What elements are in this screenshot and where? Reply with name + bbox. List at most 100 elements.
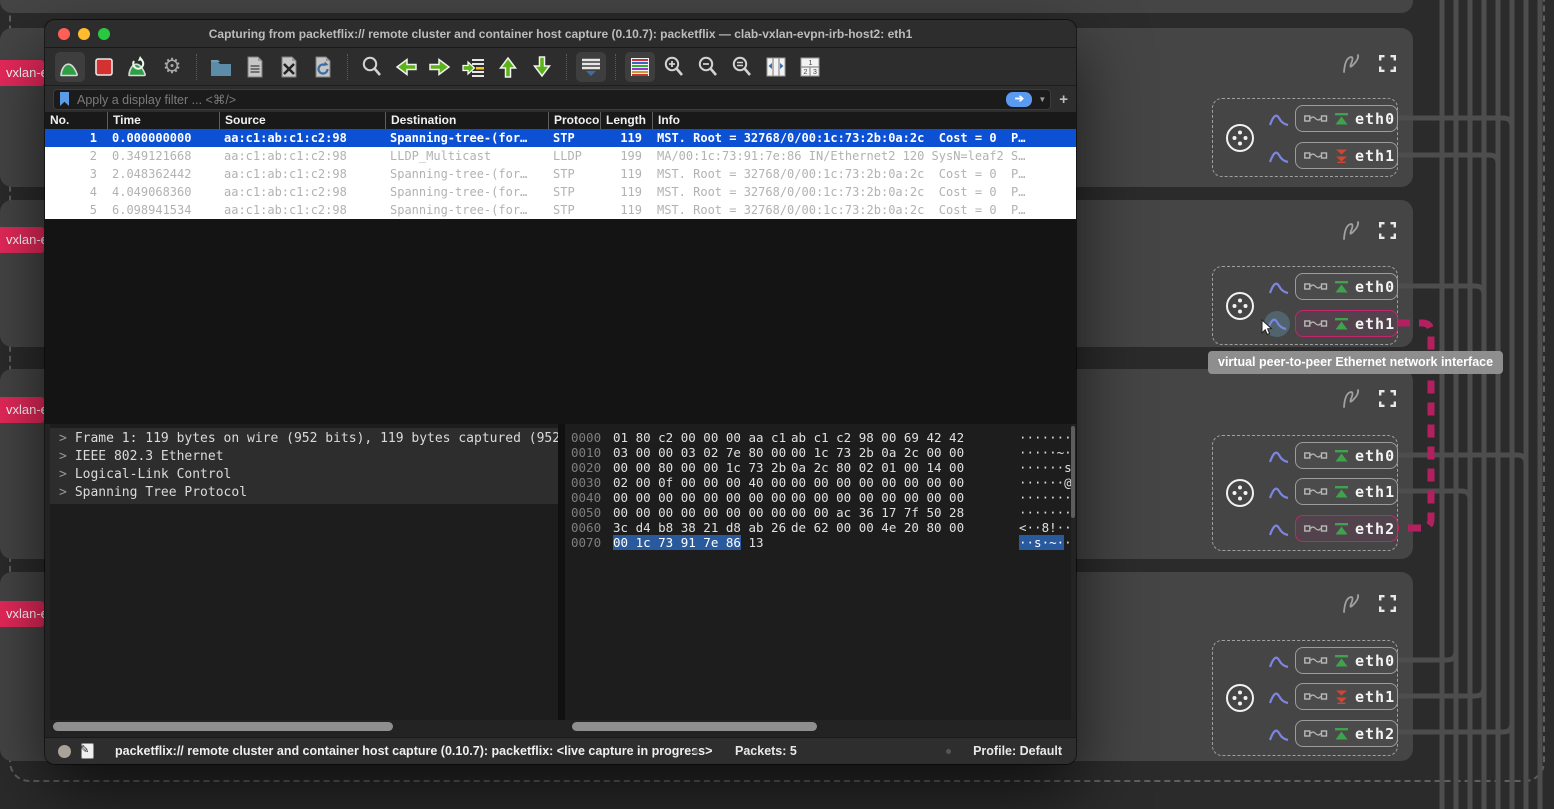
expand-icon[interactable] — [1379, 222, 1396, 239]
traffic-wave-icon[interactable] — [1268, 520, 1290, 538]
traffic-wave-icon[interactable] — [1268, 278, 1290, 296]
zoom-reset-button[interactable] — [727, 52, 757, 82]
layout-button[interactable]: 123 — [795, 52, 825, 82]
vertical-scrollbar[interactable] — [1071, 426, 1075, 518]
hex-row[interactable]: 003002 00 0f 00 00 00 40 0000 00 00 00 0… — [565, 475, 1071, 490]
close-file-button[interactable] — [274, 52, 304, 82]
traffic-wave-icon[interactable] — [1268, 447, 1290, 465]
packet-list: 1 0.000000000 aa:c1:ab:c1:c2:98 Spanning… — [45, 129, 1076, 219]
capture-scribble-icon[interactable] — [1341, 52, 1367, 76]
interface-button-eth1[interactable]: eth1 — [1295, 683, 1398, 710]
stop-capture-button[interactable] — [89, 52, 119, 82]
column-length[interactable]: Length — [600, 112, 652, 129]
add-filter-button[interactable]: + — [1059, 91, 1068, 108]
interface-button-eth1[interactable]: eth1 — [1295, 478, 1398, 505]
column-no[interactable]: No. — [45, 112, 107, 129]
toolbar-separator — [566, 54, 567, 80]
colorize-button[interactable] — [625, 52, 655, 82]
packet-row[interactable]: 2 0.349121668 aa:c1:ab:c1:c2:98 LLDP_Mul… — [45, 147, 1076, 165]
column-destination[interactable]: Destination — [385, 112, 548, 129]
detail-row[interactable]: >IEEE 802.3 Ethernet — [50, 448, 558, 466]
profile-selector[interactable]: Profile: Default — [973, 738, 1062, 764]
packet-row[interactable]: 4 4.049068360 aa:c1:ab:c1:c2:98 Spanning… — [45, 183, 1076, 201]
node-badge[interactable]: vxlan-e — [0, 60, 44, 86]
expert-info-icon[interactable] — [58, 745, 71, 758]
expand-icon[interactable] — [1379, 55, 1396, 72]
hex-row[interactable]: 004000 00 00 00 00 00 00 0000 00 00 00 0… — [565, 490, 1071, 505]
interface-button-eth0[interactable]: eth0 — [1295, 105, 1398, 132]
capture-options-button[interactable]: ⚙ — [157, 52, 187, 82]
column-protocol[interactable]: Protocol — [548, 112, 600, 129]
zoom-out-button[interactable] — [693, 52, 723, 82]
capture-scribble-icon[interactable] — [1341, 219, 1367, 243]
traffic-wave-icon[interactable] — [1268, 725, 1290, 743]
traffic-wave-icon[interactable] — [1268, 652, 1290, 670]
column-info[interactable]: Info — [652, 112, 1076, 129]
next-packet-button[interactable] — [425, 52, 455, 82]
minimize-button[interactable] — [78, 28, 90, 40]
detail-row[interactable]: >Logical-Link Control — [50, 466, 558, 484]
expander-icon[interactable]: > — [50, 485, 75, 500]
traffic-wave-icon[interactable] — [1268, 147, 1290, 165]
interface-button-eth0[interactable]: eth0 — [1295, 273, 1398, 300]
interface-button-eth2-highlighted[interactable]: eth2 — [1295, 515, 1398, 542]
column-time[interactable]: Time — [107, 112, 219, 129]
interface-button-eth1-highlighted[interactable]: eth1 — [1295, 310, 1398, 337]
traffic-wave-icon[interactable] — [1268, 110, 1290, 128]
goto-packet-button[interactable] — [459, 52, 489, 82]
auto-scroll-button[interactable] — [576, 52, 606, 82]
capture-scribble-icon[interactable] — [1341, 387, 1367, 411]
interface-button-eth2[interactable]: eth2 — [1295, 720, 1398, 747]
expander-icon[interactable]: > — [50, 449, 75, 464]
interface-button-eth1[interactable]: eth1 — [1295, 142, 1398, 169]
wireshark-window: Capturing from packetflix:// remote clus… — [45, 20, 1076, 764]
detail-row[interactable]: >Spanning Tree Protocol — [50, 484, 558, 502]
traffic-wave-icon[interactable] — [1268, 483, 1290, 501]
filter-dropdown-caret[interactable]: ▼ — [1038, 95, 1046, 104]
zoom-button[interactable] — [98, 28, 110, 40]
toolbar-separator — [347, 54, 348, 80]
detail-row[interactable]: >Frame 1: 119 bytes on wire (952 bits), … — [50, 430, 558, 448]
column-source[interactable]: Source — [219, 112, 385, 129]
resize-columns-button[interactable] — [761, 52, 791, 82]
apply-filter-button[interactable]: ➔ — [1006, 92, 1032, 107]
open-file-button[interactable] — [206, 52, 236, 82]
hex-row[interactable]: 000001 80 c2 00 00 00 aa c1ab c1 c2 98 0… — [565, 430, 1071, 445]
expand-icon[interactable] — [1379, 595, 1396, 612]
find-packet-button[interactable] — [357, 52, 387, 82]
save-file-button[interactable] — [240, 52, 270, 82]
interface-button-eth0[interactable]: eth0 — [1295, 442, 1398, 469]
first-packet-button[interactable] — [493, 52, 523, 82]
close-button[interactable] — [58, 28, 70, 40]
previous-packet-button[interactable] — [391, 52, 421, 82]
packet-row[interactable]: 5 6.098941534 aa:c1:ab:c1:c2:98 Spanning… — [45, 201, 1076, 219]
hex-horizontal-scrollbar[interactable] — [572, 722, 817, 731]
node-badge[interactable]: vxlan-e — [0, 227, 44, 253]
hex-row[interactable]: 005000 00 00 00 00 00 00 0000 00 ac 36 1… — [565, 505, 1071, 520]
node-badge[interactable]: vxlan-e — [0, 397, 44, 423]
zoom-in-button[interactable] — [659, 52, 689, 82]
hex-row[interactable]: 002000 00 80 00 00 1c 73 2b0a 2c 80 02 0… — [565, 460, 1071, 475]
interface-button-eth0[interactable]: eth0 — [1295, 647, 1398, 674]
start-capture-button[interactable] — [55, 52, 85, 82]
hex-row-selected[interactable]: 0070 00 1c 73 91 7e 86 13 ··s·~·· — [565, 535, 1071, 550]
packet-details-pane: >Frame 1: 119 bytes on wire (952 bits), … — [50, 424, 558, 720]
details-horizontal-scrollbar[interactable] — [53, 722, 393, 731]
capture-comment-icon[interactable]: ✎ — [81, 743, 94, 759]
hex-row[interactable]: 00603c d4 b8 38 21 d8 ab 26de 62 00 00 4… — [565, 520, 1071, 535]
bookmark-icon[interactable] — [58, 91, 71, 107]
packet-row[interactable]: 3 2.048362442 aa:c1:ab:c1:c2:98 Spanning… — [45, 165, 1076, 183]
traffic-wave-icon[interactable] — [1268, 688, 1290, 706]
expander-icon[interactable]: > — [50, 467, 75, 482]
hex-row[interactable]: 001003 00 00 03 02 7e 80 0000 1c 73 2b 0… — [565, 445, 1071, 460]
expand-icon[interactable] — [1379, 390, 1396, 407]
last-packet-button[interactable] — [527, 52, 557, 82]
capture-scribble-icon[interactable] — [1341, 592, 1367, 616]
node-badge[interactable]: vxlan-e — [0, 601, 44, 627]
packet-row-selected[interactable]: 1 0.000000000 aa:c1:ab:c1:c2:98 Spanning… — [45, 129, 1076, 147]
expander-icon[interactable]: > — [50, 431, 75, 446]
restart-capture-button[interactable] — [123, 52, 153, 82]
pane-splitter[interactable] — [558, 424, 565, 720]
reload-file-button[interactable] — [308, 52, 338, 82]
display-filter-input[interactable]: Apply a display filter ... <⌘/> ➔ ▼ — [53, 89, 1051, 110]
